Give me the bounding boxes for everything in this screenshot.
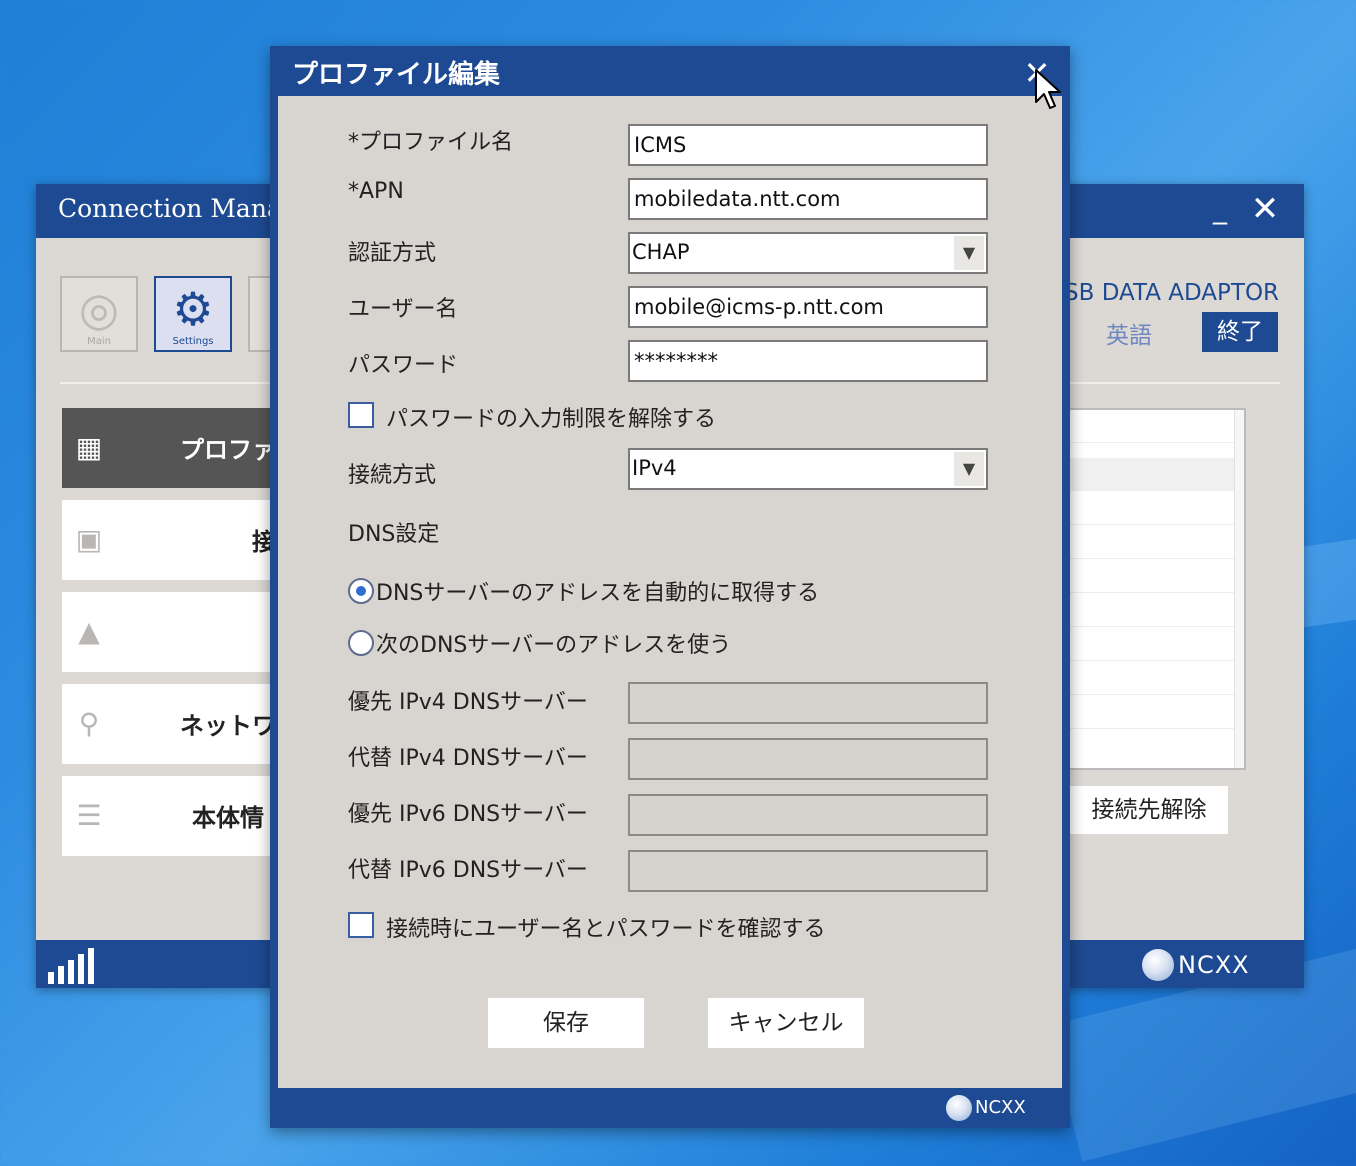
search-icon: ⚲ <box>78 707 100 740</box>
preferred-ipv4-dns-label: 優先 IPv4 DNSサーバー <box>348 690 588 715</box>
brand-name: NCXX <box>1178 951 1250 979</box>
list-item[interactable] <box>1070 526 1236 559</box>
list-item[interactable] <box>1070 662 1236 695</box>
toolbar-settings-label: Settings <box>172 336 214 347</box>
toolbar-main-label: Main <box>87 336 111 347</box>
scrollbar[interactable] <box>1234 410 1244 768</box>
disconnect-button[interactable]: 接続先解除 <box>1070 786 1228 834</box>
sidebar-item-connection[interactable]: ▣ 接 <box>62 500 302 580</box>
password-input[interactable] <box>628 340 988 382</box>
alternate-ipv4-dns-input[interactable] <box>628 738 988 780</box>
dns-manual-radio[interactable] <box>348 630 374 656</box>
sidebar-item-device-info[interactable]: ☰ 本体情 <box>62 776 302 856</box>
confirm-credentials-checkbox[interactable] <box>348 912 374 938</box>
apn-label: *APN <box>348 179 404 204</box>
list-icon: ☰ <box>76 799 102 832</box>
brand-name: NCXX <box>975 1097 1026 1118</box>
bg-window-title: Connection Manag <box>58 194 298 223</box>
profile-list[interactable] <box>1068 408 1246 770</box>
auth-method-label: 認証方式 <box>348 241 437 266</box>
save-button[interactable]: 保存 <box>488 998 644 1048</box>
globe-icon: ◎ <box>78 282 120 336</box>
password-label: パスワード <box>348 353 459 378</box>
sidebar-item-network[interactable]: ⚲ ネットワ <box>62 684 302 764</box>
cancel-button[interactable]: キャンセル <box>708 998 864 1048</box>
dns-auto-label: DNSサーバーのアドレスを自動的に取得する <box>376 581 820 606</box>
profile-name-label: *プロファイル名 <box>348 130 514 155</box>
plug-icon: ▣ <box>75 523 103 556</box>
alternate-ipv4-dns-label: 代替 IPv4 DNSサーバー <box>348 746 588 771</box>
sidebar-item-profile[interactable]: ▦ プロファ <box>62 408 302 488</box>
auth-method-value: CHAP <box>632 240 690 264</box>
sidebar-item-label: ネットワ <box>180 712 276 740</box>
username-label: ユーザー名 <box>348 297 458 322</box>
dialog-title-bar: プロファイル編集 ✕ <box>270 46 1070 96</box>
dialog-frame <box>270 46 278 1128</box>
alternate-ipv6-dns-label: 代替 IPv6 DNSサーバー <box>348 858 588 883</box>
dns-auto-radio[interactable] <box>348 578 374 604</box>
exit-button[interactable]: 終了 <box>1202 312 1278 352</box>
list-item[interactable] <box>1070 594 1236 627</box>
ncxx-logo-icon <box>946 1095 972 1121</box>
toolbar-main-button[interactable]: ◎ Main <box>60 276 138 352</box>
chevron-down-icon[interactable]: ▼ <box>954 452 984 486</box>
list-item[interactable] <box>1070 458 1236 491</box>
dialog-title: プロファイル編集 <box>292 60 501 90</box>
close-icon[interactable]: ✕ <box>1248 192 1282 226</box>
ncxx-logo: NCXX <box>946 1094 1026 1122</box>
profile-name-input[interactable] <box>628 124 988 166</box>
profile-icon: ▦ <box>75 431 103 464</box>
list-item[interactable] <box>1070 492 1236 525</box>
preferred-ipv6-dns-input[interactable] <box>628 794 988 836</box>
dialog-footer: NCXX <box>270 1088 1070 1128</box>
sidebar-item-label: プロファ <box>180 436 276 464</box>
language-link[interactable]: 英語 <box>1106 316 1152 350</box>
ncxx-logo: NCXX <box>1142 946 1250 982</box>
dialog-frame <box>1062 46 1070 1128</box>
dns-manual-label: 次のDNSサーバーのアドレスを使う <box>376 633 732 658</box>
list-item[interactable] <box>1070 560 1236 593</box>
preferred-ipv4-dns-input[interactable] <box>628 682 988 724</box>
minimize-icon[interactable]: _ <box>1206 194 1234 224</box>
lock-icon: ▲ <box>78 615 100 648</box>
unlock-password-label: パスワードの入力制限を解除する <box>386 407 717 432</box>
connection-type-label: 接続方式 <box>348 463 437 488</box>
sidebar-item-label: 本体情 <box>192 804 264 832</box>
list-item[interactable] <box>1070 628 1236 661</box>
preferred-ipv6-dns-label: 優先 IPv6 DNSサーバー <box>348 802 588 827</box>
list-item[interactable] <box>1070 410 1236 443</box>
gear-icon: ⚙ <box>172 282 214 336</box>
alternate-ipv6-dns-input[interactable] <box>628 850 988 892</box>
apn-input[interactable] <box>628 178 988 220</box>
unlock-password-checkbox[interactable] <box>348 402 374 428</box>
chevron-down-icon[interactable]: ▼ <box>954 236 984 270</box>
connection-type-value: IPv4 <box>632 456 677 480</box>
ncxx-logo-icon <box>1142 949 1174 981</box>
sidebar-item-security[interactable]: ▲ <box>62 592 302 672</box>
confirm-credentials-label: 接続時にユーザー名とパスワードを確認する <box>386 917 826 942</box>
auth-method-select[interactable]: CHAP ▼ <box>628 232 988 274</box>
dns-section-label: DNS設定 <box>348 522 440 547</box>
connection-type-select[interactable]: IPv4 ▼ <box>628 448 988 490</box>
product-name: SB DATA ADAPTOR <box>1064 280 1280 306</box>
profile-edit-dialog: プロファイル編集 ✕ *プロファイル名 *APN 認証方式 CHAP ▼ ユーザ… <box>270 46 1070 1128</box>
toolbar-settings-button[interactable]: ⚙ Settings <box>154 276 232 352</box>
list-item[interactable] <box>1070 696 1236 729</box>
username-input[interactable] <box>628 286 988 328</box>
mouse-cursor-icon <box>1035 69 1061 109</box>
